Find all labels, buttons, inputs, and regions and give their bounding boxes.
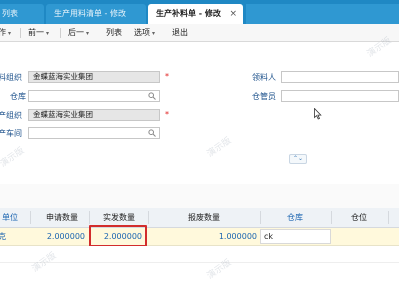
column-divider	[331, 211, 332, 224]
tab-bom-edit[interactable]: 生产用料清单 - 修改	[46, 4, 146, 24]
column-divider	[148, 211, 149, 224]
toolbar-divider	[60, 28, 61, 38]
tab-list[interactable]: 列表	[0, 4, 44, 24]
col-requested-qty[interactable]: 申请数量	[38, 208, 86, 227]
collapse-toggle-button[interactable]: ⌃⌄	[289, 154, 307, 164]
grid-body-empty	[0, 246, 399, 300]
col-warehouse[interactable]: 仓库	[280, 208, 310, 227]
column-divider	[30, 211, 31, 224]
keeper-label: 仓管员	[252, 92, 276, 101]
options-label: 选项	[134, 28, 150, 37]
list-label: 列表	[106, 28, 122, 37]
mouse-pointer-icon	[314, 108, 322, 120]
column-divider	[388, 211, 389, 224]
chevron-down-icon: ▾	[46, 30, 50, 37]
entry-grid-header: 单位 申请数量 实发数量 报废数量 仓库 仓位	[0, 208, 399, 228]
search-icon[interactable]	[148, 92, 156, 100]
tab-label: 生产补料单 - 修改	[156, 9, 221, 18]
warehouse-label: 仓库	[10, 92, 26, 101]
previous-button[interactable]: 前一 ▾	[28, 27, 49, 38]
tab-replenish-edit[interactable]: 生产补料单 - 修改 ×	[148, 4, 243, 24]
next-label: 后一	[68, 28, 84, 37]
cell-warehouse[interactable]: ck	[264, 228, 324, 245]
workshop-field[interactable]	[28, 127, 160, 139]
cell-scrap-qty[interactable]: 1.000000	[150, 228, 257, 245]
warehouse-field[interactable]	[28, 90, 160, 102]
cell-unit[interactable]: 克	[0, 228, 8, 245]
material-org-label: 料组织	[0, 73, 22, 82]
exit-button[interactable]: 退出	[172, 27, 188, 38]
tab-bar-filler	[246, 4, 399, 24]
chevron-down-icon: ▾	[8, 30, 12, 37]
table-row[interactable]: 克 2.000000 2.000000 1.000000 ck	[0, 228, 399, 246]
cell-location[interactable]	[334, 228, 388, 245]
toolbar-divider	[20, 28, 21, 38]
column-divider	[89, 211, 90, 224]
next-button[interactable]: 后一 ▾	[68, 27, 89, 38]
toolbar: 作 ▾ 前一 ▾ 后一 ▾ 列表 选项 ▾ 退出	[0, 24, 399, 42]
replenisher-label: 领料人	[252, 73, 276, 82]
cell-requested-qty[interactable]: 2.000000	[30, 228, 85, 245]
search-icon[interactable]	[148, 129, 156, 137]
required-mark: *	[165, 110, 169, 119]
tab-label: 列表	[2, 9, 18, 18]
replenisher-field[interactable]	[281, 71, 399, 83]
keeper-field[interactable]	[281, 90, 399, 102]
operate-menu[interactable]: 作 ▾	[0, 27, 11, 38]
required-mark: *	[165, 72, 169, 81]
tab-bar: 列表 生产用料清单 - 修改 生产补料单 - 修改 ×	[0, 0, 399, 24]
list-button[interactable]: 列表	[106, 27, 122, 38]
tab-label: 生产用料清单 - 修改	[54, 9, 126, 18]
col-scrap-qty[interactable]: 报废数量	[180, 208, 228, 227]
material-org-field[interactable]: 金蝶蓝海实业集团	[28, 71, 160, 83]
column-divider	[260, 211, 261, 224]
col-location[interactable]: 仓位	[347, 208, 371, 227]
col-unit[interactable]: 单位	[0, 208, 22, 227]
operate-label: 作	[0, 28, 6, 37]
options-menu[interactable]: 选项 ▾	[134, 27, 155, 38]
production-org-label: 产组织	[0, 111, 22, 120]
exit-label: 退出	[172, 28, 188, 37]
previous-label: 前一	[28, 28, 44, 37]
production-org-field[interactable]: 金蝶蓝海实业集团	[28, 109, 160, 121]
highlight-box	[89, 225, 147, 247]
chevron-down-icon: ▾	[86, 30, 90, 37]
chevron-down-icon: ▾	[152, 30, 156, 37]
close-icon[interactable]: ×	[229, 4, 237, 24]
section-divider	[0, 184, 399, 209]
workshop-label: 产车间	[0, 129, 22, 138]
grid-line	[0, 262, 399, 263]
